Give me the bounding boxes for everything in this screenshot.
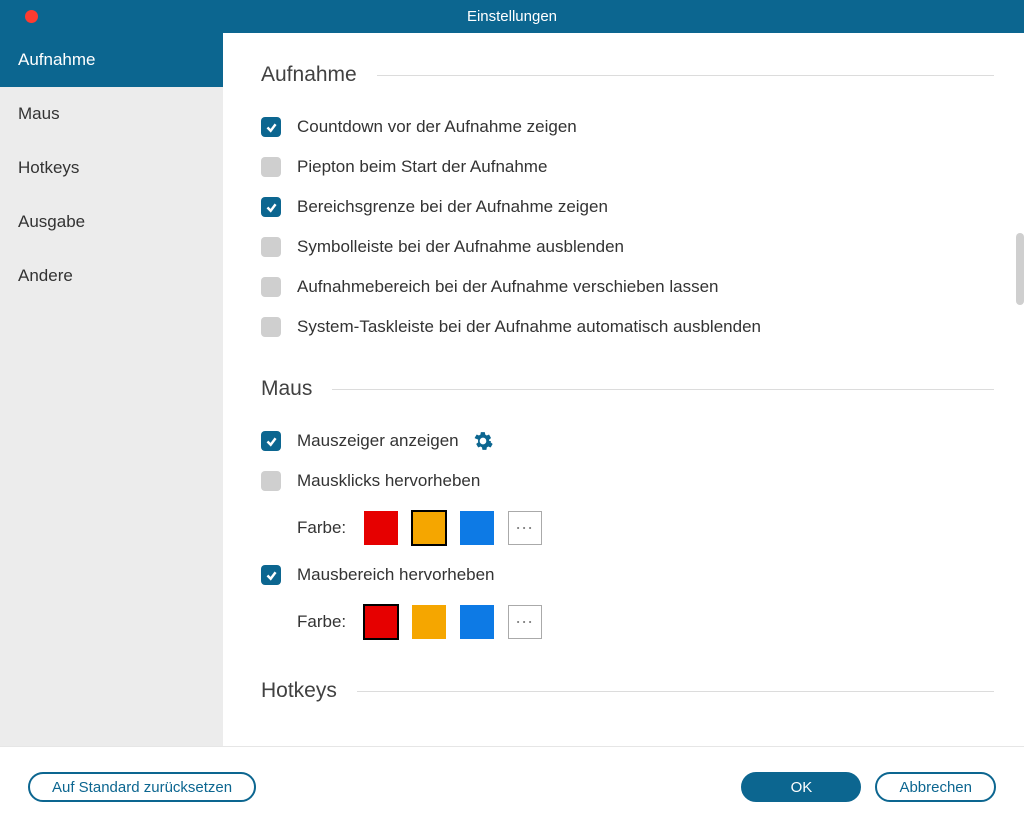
checkbox-label: Aufnahmebereich bei der Aufnahme verschi… [297,277,719,297]
checkbox[interactable] [261,317,281,337]
checkbox[interactable] [261,565,281,585]
section-title: Hotkeys [261,679,337,703]
option-bereichsgrenze[interactable]: Bereichsgrenze bei der Aufnahme zeigen [261,197,994,217]
option-mausbereich[interactable]: Mausbereich hervorheben [261,565,994,585]
close-window-button[interactable] [25,10,38,23]
titlebar: Einstellungen [0,0,1024,33]
checkbox-label: Mausbereich hervorheben [297,565,495,585]
checkbox[interactable] [261,237,281,257]
checkbox[interactable] [261,431,281,451]
sidebar-item-andere[interactable]: Andere [0,249,223,303]
checkbox[interactable] [261,117,281,137]
sidebar-item-hotkeys[interactable]: Hotkeys [0,141,223,195]
option-taskleiste[interactable]: System-Taskleiste bei der Aufnahme autom… [261,317,994,337]
section-maus: Maus Mauszeiger anzeigen Mausklicks herv… [261,377,1024,639]
section-divider [332,389,994,390]
footer: Auf Standard zurücksetzen OK Abbrechen [0,746,1024,827]
color-label: Farbe: [297,612,346,632]
cancel-button[interactable]: Abbrechen [875,772,996,802]
window-title: Einstellungen [467,8,557,25]
checkbox-label: Mauszeiger anzeigen [297,431,459,451]
content-area: Aufnahme Countdown vor der Aufnahme zeig… [223,33,1024,746]
checkbox[interactable] [261,157,281,177]
section-header: Hotkeys [261,679,994,703]
sidebar-item-aufnahme[interactable]: Aufnahme [0,33,223,87]
color-swatch-orange[interactable] [412,511,446,545]
section-hotkeys: Hotkeys [261,679,1024,703]
color-row-clicks: Farbe: ⋯ [297,511,994,545]
color-swatch-blue[interactable] [460,605,494,639]
checkbox-label: Bereichsgrenze bei der Aufnahme zeigen [297,197,608,217]
sidebar-item-label: Hotkeys [18,158,79,178]
sidebar-item-label: Aufnahme [18,50,96,70]
section-title: Aufnahme [261,63,357,87]
section-header: Maus [261,377,994,401]
sidebar-item-label: Andere [18,266,73,286]
section-divider [377,75,994,76]
gear-icon[interactable] [473,431,493,451]
reset-defaults-button[interactable]: Auf Standard zurücksetzen [28,772,256,802]
more-colors-button[interactable]: ⋯ [508,511,542,545]
color-swatch-orange[interactable] [412,605,446,639]
more-colors-button[interactable]: ⋯ [508,605,542,639]
sidebar-item-maus[interactable]: Maus [0,87,223,141]
checkbox-label: Mausklicks hervorheben [297,471,480,491]
checkbox-label: Piepton beim Start der Aufnahme [297,157,547,177]
section-header: Aufnahme [261,63,994,87]
body: Aufnahme Maus Hotkeys Ausgabe Andere Auf… [0,33,1024,746]
checkbox-label: Symbolleiste bei der Aufnahme ausblenden [297,237,624,257]
sidebar: Aufnahme Maus Hotkeys Ausgabe Andere [0,33,223,746]
color-label: Farbe: [297,518,346,538]
color-swatch-red[interactable] [364,605,398,639]
section-aufnahme: Aufnahme Countdown vor der Aufnahme zeig… [261,63,1024,337]
checkbox[interactable] [261,471,281,491]
option-mausklicks[interactable]: Mausklicks hervorheben [261,471,994,491]
checkbox-label: Countdown vor der Aufnahme zeigen [297,117,577,137]
option-aufnahmebereich[interactable]: Aufnahmebereich bei der Aufnahme verschi… [261,277,994,297]
sidebar-item-label: Maus [18,104,60,124]
option-mauszeiger[interactable]: Mauszeiger anzeigen [261,431,994,451]
option-symbolleiste[interactable]: Symbolleiste bei der Aufnahme ausblenden [261,237,994,257]
option-piepton[interactable]: Piepton beim Start der Aufnahme [261,157,994,177]
ok-button[interactable]: OK [741,772,861,802]
scrollbar[interactable] [1016,233,1024,305]
sidebar-item-label: Ausgabe [18,212,85,232]
checkbox-label: System-Taskleiste bei der Aufnahme autom… [297,317,761,337]
sidebar-item-ausgabe[interactable]: Ausgabe [0,195,223,249]
color-swatch-blue[interactable] [460,511,494,545]
checkbox[interactable] [261,277,281,297]
checkbox[interactable] [261,197,281,217]
section-title: Maus [261,377,312,401]
section-divider [357,691,994,692]
color-row-area: Farbe: ⋯ [297,605,994,639]
color-swatch-red[interactable] [364,511,398,545]
option-countdown[interactable]: Countdown vor der Aufnahme zeigen [261,117,994,137]
